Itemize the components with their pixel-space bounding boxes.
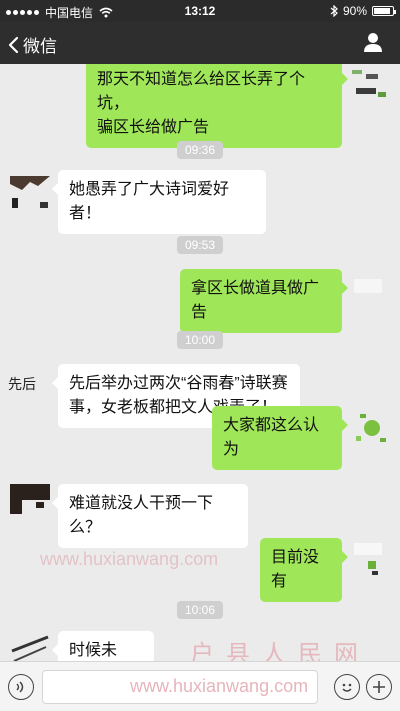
message-bubble-incoming[interactable]: 时候未到。 [52, 631, 154, 661]
message-line: 那天不知道怎么给区长弄了个坑， [97, 71, 306, 112]
voice-icon [16, 681, 24, 693]
avatar[interactable] [10, 484, 50, 524]
chevron-left-icon [8, 36, 19, 53]
contact-icon [364, 33, 382, 52]
message-bubble-incoming[interactable]: 难道就没人干预一下么？ [52, 484, 248, 548]
nav-bar: 微信 [0, 22, 400, 64]
avatar[interactable] [10, 631, 50, 661]
avatar[interactable] [350, 64, 390, 104]
back-label: 微信 [23, 37, 57, 56]
watermark-url: www.huxianwang.com [40, 549, 219, 569]
message-bubble-outgoing[interactable]: 那天不知道怎么给区长弄了个坑， 骗区长给做广告 [86, 64, 348, 148]
message-line: 骗区长给做广告 [97, 119, 210, 136]
voice-button[interactable] [8, 674, 34, 700]
timestamp: 10:00 [176, 331, 224, 349]
message-bubble-outgoing[interactable]: 大家都这么认为 [212, 406, 348, 470]
message-bubble-outgoing[interactable]: 拿区长做道具做广告 [180, 269, 348, 333]
bluetooth-icon [330, 5, 338, 17]
watermark-brand: 户县人民网 [190, 641, 370, 661]
message-line: 她愚弄了广大诗词爱好者！ [69, 181, 230, 222]
battery-percent: 90% [342, 4, 367, 18]
avatar[interactable]: 先后 [8, 364, 48, 404]
message-line: 大家都这么认为 [223, 417, 320, 458]
message-bubble-outgoing[interactable]: 目前没有 [260, 538, 348, 602]
back-button[interactable]: 微信 [8, 32, 57, 57]
avatar[interactable] [10, 172, 50, 212]
timestamp: 10:06 [176, 601, 224, 619]
input-bar: www.huxianwang.com [0, 661, 400, 711]
status-right: 90% [330, 4, 396, 18]
chat-area[interactable]: 那天不知道怎么给区长弄了个坑， 骗区长给做广告 09:36 她愚弄了广大诗词爱好… [0, 64, 400, 661]
emoji-icon [342, 683, 352, 692]
status-bar: 中国电信 13:12 90% [0, 0, 400, 22]
avatar-text: 先后 [8, 376, 36, 392]
avatar[interactable] [350, 539, 390, 579]
battery-fill [374, 8, 390, 14]
message-bubble-incoming[interactable]: 她愚弄了广大诗词爱好者！ [52, 170, 266, 234]
avatar[interactable] [350, 269, 390, 309]
message-line: 难道就没人干预一下么？ [69, 495, 214, 536]
message-line: 先后举办过两次“谷雨春”诗联赛 [69, 375, 288, 392]
message-line: 拿区长做道具做广告 [191, 280, 320, 321]
emoji-button[interactable] [334, 674, 360, 700]
plus-icon [373, 681, 385, 693]
avatar[interactable] [350, 408, 390, 448]
message-line: 时候未到。 [69, 642, 118, 659]
watermark-input-url: www.huxianwang.com [130, 676, 309, 696]
timestamp: 09:36 [176, 141, 224, 159]
plus-button[interactable] [366, 674, 392, 700]
timestamp: 09:53 [176, 236, 224, 254]
contact-button[interactable] [362, 31, 384, 58]
message-line: 目前没有 [271, 549, 320, 590]
battery-icon [372, 6, 396, 16]
